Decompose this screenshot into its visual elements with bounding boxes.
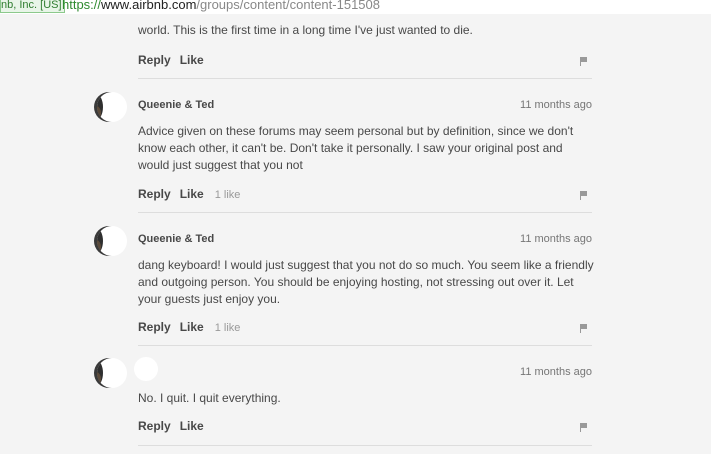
like-count: 1 like	[214, 322, 241, 334]
comment-item: 11 months ago No. I quit. I quit everyth…	[96, 356, 596, 454]
avatar[interactable]	[97, 358, 127, 388]
like-button[interactable]: Like	[180, 419, 204, 433]
secondary-avatar[interactable]	[134, 357, 158, 381]
url-scheme: https://	[62, 0, 102, 12]
divider	[138, 78, 592, 79]
comment-timestamp: 11 months ago	[520, 366, 592, 378]
divider	[138, 445, 592, 446]
comment-item: world. This is the first time in a long …	[96, 14, 596, 79]
reply-button[interactable]: Reply	[138, 320, 171, 334]
comment-timestamp: 11 months ago	[520, 99, 592, 111]
url-host: www.airbnb.com	[101, 0, 197, 12]
reply-button[interactable]: Reply	[138, 187, 171, 201]
reply-button[interactable]: Reply	[138, 419, 171, 433]
address-bar[interactable]: nb, Inc. [US] https://www.airbnb.com/gro…	[0, 0, 711, 14]
like-count: 1 like	[214, 189, 241, 201]
like-button[interactable]: Like	[180, 53, 204, 67]
url-text[interactable]: https://www.airbnb.com/groups/content/co…	[62, 0, 380, 13]
comment-text: No. I quit. I quit everything.	[138, 391, 281, 405]
comment-actions: Reply Like	[138, 419, 213, 433]
comment-text: Advice given on these forums may seem pe…	[138, 124, 574, 172]
comment-actions: Reply Like 1 like	[138, 320, 249, 334]
flag-icon[interactable]	[580, 324, 588, 333]
comment-text: world. This is the first time in a long …	[138, 23, 473, 37]
flag-icon[interactable]	[580, 423, 588, 432]
like-button[interactable]: Like	[180, 187, 204, 201]
url-path: /groups/content/content-151508	[196, 0, 380, 12]
comment-actions: Reply Like 1 like	[138, 187, 249, 201]
like-button[interactable]: Like	[180, 320, 204, 334]
divider	[138, 345, 592, 346]
flag-icon[interactable]	[580, 57, 588, 66]
comment-author[interactable]: Queenie & Ted	[138, 233, 214, 245]
comment-item: Queenie & Ted 11 months ago dang keyboar…	[96, 224, 596, 348]
comment-author[interactable]: Queenie & Ted	[138, 99, 214, 111]
ev-certificate-badge[interactable]: nb, Inc. [US]	[0, 0, 65, 13]
avatar[interactable]	[97, 92, 127, 122]
comment-actions: Reply Like	[138, 53, 213, 67]
comment-item: Queenie & Ted 11 months ago Advice given…	[96, 90, 596, 214]
comment-timestamp: 11 months ago	[520, 233, 592, 245]
comment-text: dang keyboard! I would just suggest that…	[138, 258, 594, 306]
divider	[138, 212, 592, 213]
flag-icon[interactable]	[580, 191, 588, 200]
avatar[interactable]	[97, 226, 127, 256]
reply-button[interactable]: Reply	[138, 53, 171, 67]
